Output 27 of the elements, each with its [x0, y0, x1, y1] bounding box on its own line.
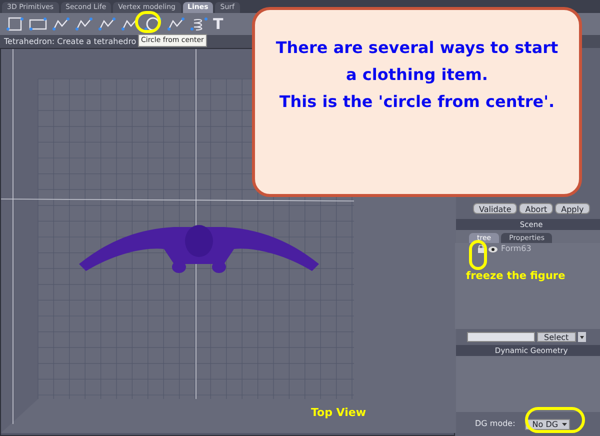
mode-dropdown[interactable]: No DG: [525, 418, 570, 430]
mode-label: DG mode:: [475, 418, 516, 430]
action-button[interactable]: Validate: [473, 203, 518, 214]
action-button[interactable]: Apply: [555, 203, 590, 214]
annotation-text: freeze the figure: [466, 269, 566, 284]
circle-icon[interactable]: [144, 16, 162, 32]
spiral-icon[interactable]: [190, 16, 208, 32]
highlight-ring: [525, 407, 585, 433]
text-tool[interactable]: T: [213, 16, 224, 32]
highlight-ring: [135, 11, 161, 33]
lock-icon[interactable]: [477, 245, 485, 253]
caret-icon: [561, 420, 568, 428]
callout-text: This is the 'circle from centre'.: [279, 91, 555, 113]
select-button[interactable]: Select: [537, 332, 576, 342]
callout-text: There are several ways to start: [276, 37, 558, 59]
view-label: Top View: [311, 405, 366, 421]
caret-icon[interactable]: [578, 332, 586, 342]
highlight-ring: [469, 240, 487, 270]
action-button[interactable]: Abort: [519, 203, 554, 214]
rectangle-icon[interactable]: [29, 16, 47, 32]
status-text: Tetrahedron: Create a tetrahedro: [4, 36, 136, 48]
square-icon[interactable]: [6, 16, 24, 32]
polyline-icon[interactable]: [52, 16, 70, 32]
input-field[interactable]: [467, 332, 535, 342]
eye-icon[interactable]: [488, 246, 498, 252]
callout-text: a clothing item.: [346, 64, 488, 86]
scene-item[interactable]: Form63: [501, 243, 532, 255]
